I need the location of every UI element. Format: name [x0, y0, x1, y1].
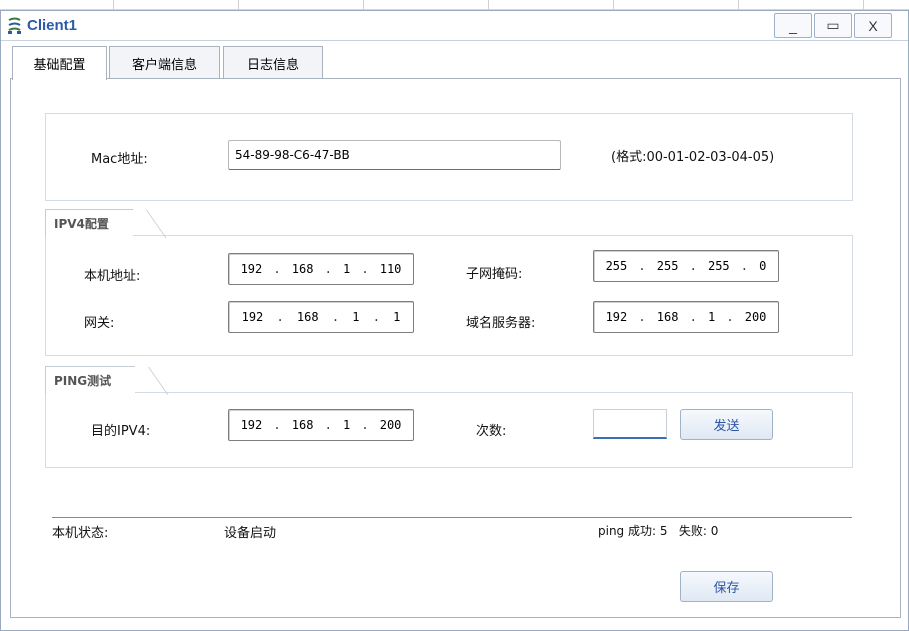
- ip-octet: 168: [656, 310, 679, 324]
- strip-divider: [738, 0, 739, 10]
- ip-octet: 192: [240, 418, 263, 432]
- client-app-icon: [8, 17, 21, 34]
- gateway-input[interactable]: 192. 168. 1. 1: [228, 301, 414, 333]
- minimize-button[interactable]: _: [774, 13, 812, 38]
- ip-octet: 192: [241, 310, 264, 324]
- strip-divider: [363, 0, 364, 10]
- mac-label: Mac地址:: [91, 152, 148, 167]
- tab-client-info[interactable]: 客户端信息: [109, 46, 220, 79]
- ip-octet: 192: [240, 262, 263, 276]
- ip-octet: 1: [342, 418, 351, 432]
- ip-dot: .: [372, 310, 380, 324]
- ip-dot: .: [276, 310, 284, 324]
- ip-dot: .: [689, 310, 697, 324]
- ip-dot: .: [324, 418, 332, 432]
- maximize-button[interactable]: ▭: [814, 13, 852, 38]
- title-bar[interactable]: Client1 _ ▭ X: [1, 11, 908, 41]
- ip-dot: .: [361, 418, 369, 432]
- ip-dot: .: [331, 310, 340, 324]
- ping-section-title: PING测试: [45, 366, 136, 394]
- ip-octet: 1: [342, 262, 351, 276]
- ip-dot: .: [638, 310, 646, 324]
- ip-octet: 200: [379, 418, 402, 432]
- ip-octet: 255: [656, 259, 679, 273]
- ping-count-input[interactable]: [593, 409, 667, 439]
- ip-octet: 255: [605, 259, 628, 273]
- ip-octet: 168: [291, 262, 314, 276]
- ip-octet: 1: [707, 310, 716, 324]
- window-title: Client1: [27, 17, 78, 34]
- ip-octet: 192: [605, 310, 628, 324]
- ip-octet: 0: [759, 259, 767, 273]
- gateway-label: 网关:: [84, 316, 115, 331]
- ip-dot: .: [273, 262, 281, 276]
- ip-octet: 168: [291, 418, 314, 432]
- ping-destination-label: 目的IPV4:: [91, 424, 151, 439]
- ip-octet: 255: [707, 259, 730, 273]
- close-button[interactable]: X: [854, 13, 892, 38]
- ip-dot: .: [324, 262, 332, 276]
- ip-dot: .: [689, 259, 697, 273]
- ping-count-label: 次数:: [476, 424, 507, 439]
- tab-basic-config[interactable]: 基础配置: [12, 46, 107, 80]
- strip-divider: [238, 0, 239, 10]
- strip-divider: [113, 0, 114, 10]
- ip-dot: .: [726, 310, 734, 324]
- subnet-mask-label: 子网掩码:: [466, 267, 523, 282]
- mac-address-input[interactable]: 54-89-98-C6-47-BB: [228, 140, 561, 170]
- ip-dot: .: [273, 418, 281, 432]
- subnet-mask-input[interactable]: 255. 255. 255. 0: [593, 250, 779, 282]
- tab-log-info[interactable]: 日志信息: [223, 46, 323, 79]
- ip-dot: .: [638, 259, 646, 273]
- mac-address-value: 54-89-98-C6-47-BB: [235, 148, 350, 162]
- ip-dot: .: [740, 259, 749, 273]
- ip-octet: 110: [379, 262, 402, 276]
- ip-octet: 168: [296, 310, 319, 324]
- save-button[interactable]: 保存: [680, 571, 773, 602]
- local-address-label: 本机地址:: [84, 269, 141, 284]
- send-button[interactable]: 发送: [680, 409, 773, 440]
- ping-destination-input[interactable]: 192. 168. 1. 200: [228, 409, 414, 441]
- device-status-value: 设备启动: [224, 526, 277, 541]
- dns-server-input[interactable]: 192. 168. 1. 200: [593, 301, 779, 333]
- local-address-input[interactable]: 192. 168. 1. 110: [228, 253, 414, 285]
- ip-octet: 1: [393, 310, 401, 324]
- dns-server-label: 域名服务器:: [466, 316, 536, 331]
- ip-octet: 1: [352, 310, 360, 324]
- status-divider: [52, 517, 852, 518]
- mac-format-hint: (格式:00-01-02-03-04-05): [611, 150, 775, 165]
- background-strip: [0, 0, 909, 10]
- strip-divider: [613, 0, 614, 10]
- strip-divider: [863, 0, 864, 10]
- ip-octet: 200: [744, 310, 767, 324]
- ping-result-summary: ping 成功: 5 失败: 0: [598, 524, 719, 538]
- ipv4-section-title: IPV4配置: [45, 209, 133, 237]
- device-status-label: 本机状态:: [52, 526, 109, 541]
- ip-dot: .: [361, 262, 369, 276]
- strip-divider: [488, 0, 489, 10]
